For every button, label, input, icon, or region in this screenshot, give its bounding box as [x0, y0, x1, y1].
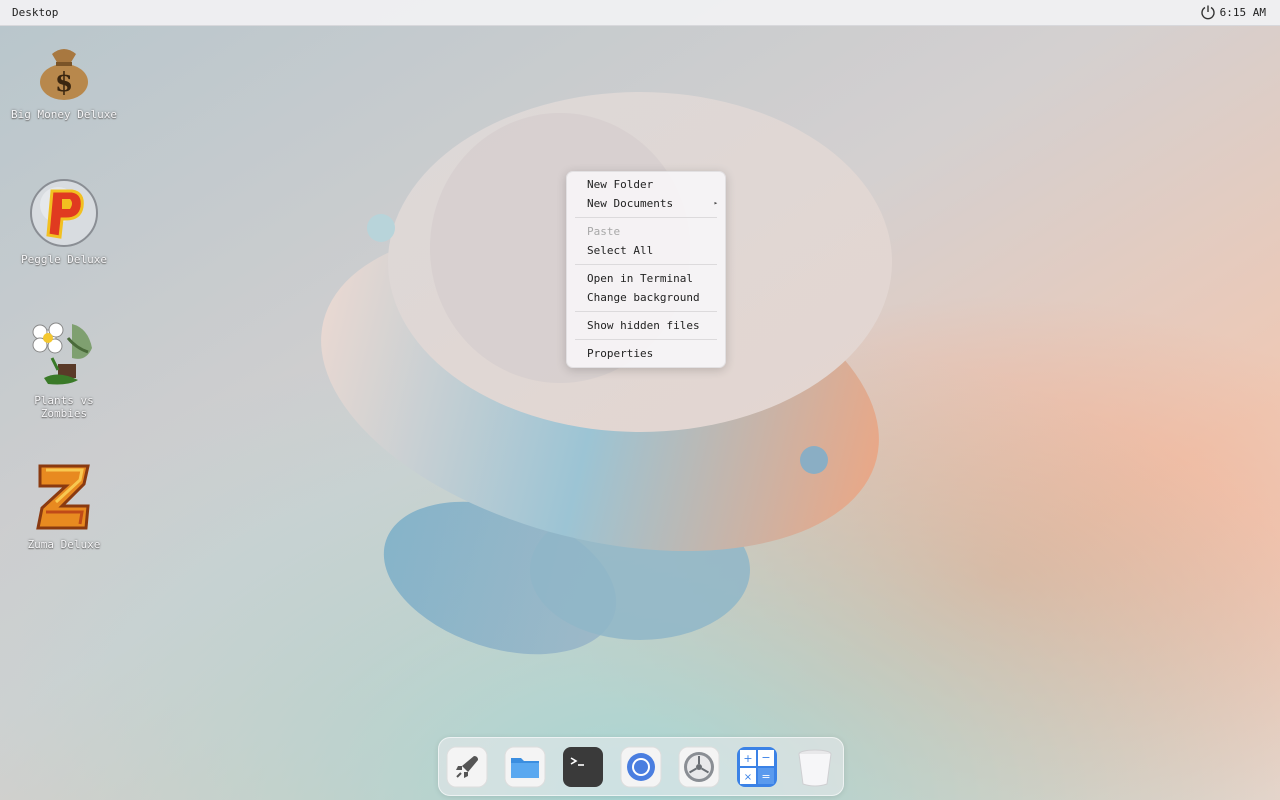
browser-icon	[620, 746, 662, 788]
svg-text:+: +	[743, 752, 752, 765]
submenu-arrow-icon: ▸	[713, 199, 718, 207]
zuma-icon	[36, 464, 90, 530]
desktop-icon-plants-vs-zombies[interactable]: Plants vs Zombies	[9, 318, 119, 420]
settings-gear-icon	[678, 746, 720, 788]
dock-browser[interactable]	[620, 746, 662, 788]
desktop-icon-zuma-deluxe[interactable]: Zuma Deluxe	[9, 462, 119, 551]
menu-item-new-documents[interactable]: New Documents ▸	[567, 194, 725, 213]
menu-item-properties[interactable]: Properties	[567, 344, 725, 363]
svg-text:$: $	[55, 68, 73, 98]
desktop-icon-label: Peggle Deluxe	[20, 253, 108, 266]
menu-item-new-folder[interactable]: New Folder	[567, 175, 725, 194]
plants-vs-zombies-icon	[32, 322, 92, 385]
desktop-context-menu: New Folder New Documents ▸ Paste Select …	[566, 171, 726, 368]
terminal-icon	[563, 747, 603, 787]
desktop-icon-label: Plants vs Zombies	[34, 394, 94, 420]
dock-trash[interactable]	[794, 746, 836, 788]
svg-text:−: −	[761, 751, 770, 764]
desktop-icon-big-money-deluxe[interactable]: $ Big Money Deluxe	[9, 40, 119, 121]
files-folder-icon	[504, 746, 546, 788]
calculator-icon: + − × =	[737, 747, 777, 787]
menu-separator	[575, 217, 717, 218]
menu-item-label: New Documents	[587, 197, 674, 210]
svg-text:=: =	[761, 770, 770, 783]
dock-settings[interactable]	[678, 746, 720, 788]
menu-separator	[575, 264, 717, 265]
menu-item-select-all[interactable]: Select All	[567, 241, 725, 260]
menu-item-paste: Paste	[587, 225, 621, 238]
top-bar: Desktop 6:15 AM	[0, 0, 1280, 26]
menu-separator	[575, 311, 717, 312]
menu-item-show-hidden-files[interactable]: Show hidden files	[567, 316, 725, 335]
desktop-icon-label: Zuma Deluxe	[27, 538, 101, 551]
dock-terminal[interactable]	[562, 746, 604, 788]
desktop-title: Desktop	[12, 6, 59, 19]
dock: + − × =	[438, 737, 844, 796]
launcher-rocket-icon	[446, 746, 488, 788]
desktop-icon-peggle-deluxe[interactable]: Peggle Deluxe	[9, 177, 119, 266]
clock[interactable]: 6:15 AM	[1220, 6, 1266, 19]
dock-launcher[interactable]	[446, 746, 488, 788]
peggle-icon	[30, 179, 98, 247]
menu-item-change-background[interactable]: Change background	[567, 288, 725, 307]
svg-text:×: ×	[744, 772, 752, 783]
dock-files[interactable]	[504, 746, 546, 788]
power-icon[interactable]	[1200, 4, 1216, 20]
menu-separator	[575, 339, 717, 340]
money-bag-icon: $	[40, 49, 88, 100]
dock-calculator[interactable]: + − × =	[736, 746, 778, 788]
desktop-icon-label: Big Money Deluxe	[11, 108, 117, 121]
desktop-wallpaper[interactable]	[0, 0, 1280, 800]
trash-icon	[798, 749, 832, 787]
menu-item-open-in-terminal[interactable]: Open in Terminal	[567, 269, 725, 288]
